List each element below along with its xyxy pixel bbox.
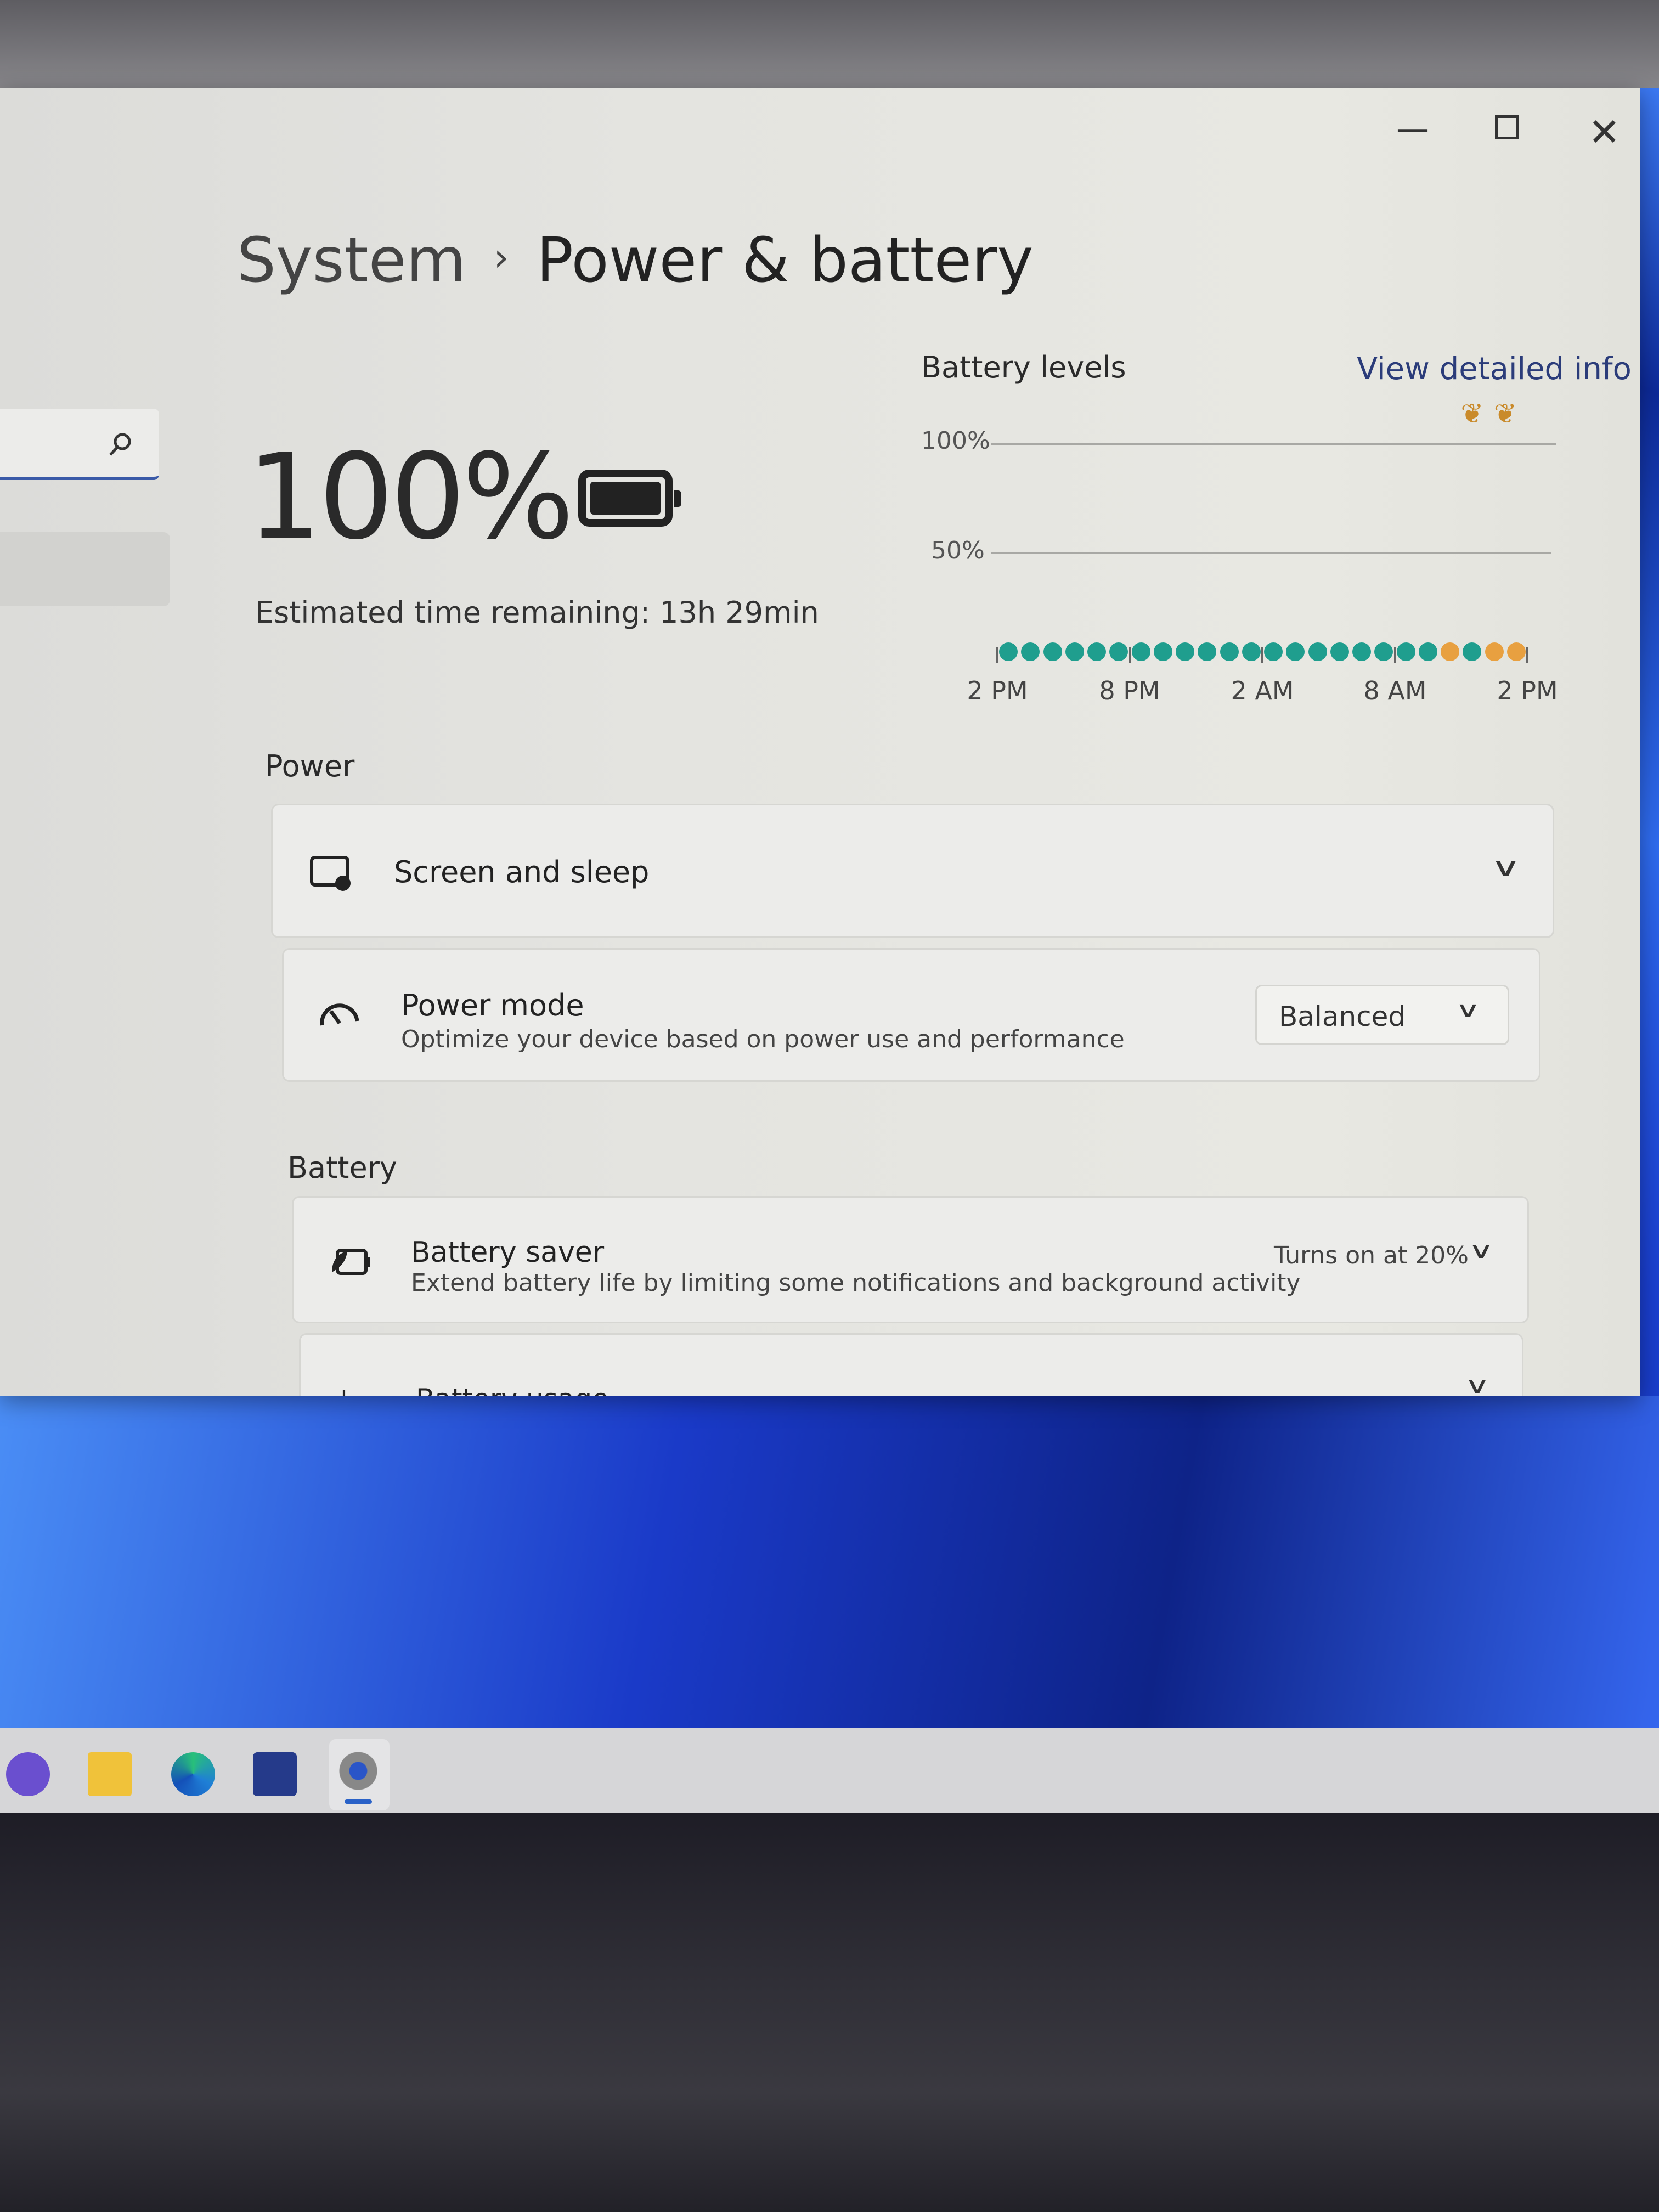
x-tick-label: 2 PM [967, 676, 1028, 706]
charging-dot [1109, 642, 1128, 661]
power-mode-description: Optimize your device based on power use … [401, 1025, 1125, 1053]
leaf-icon: ❦ [1460, 398, 1484, 430]
battery-usage-label: Battery usage [416, 1383, 609, 1396]
search-input[interactable] [0, 409, 159, 480]
settings-icon[interactable] [336, 1749, 380, 1793]
chevron-down-icon[interactable]: ∨ [1490, 852, 1521, 883]
charging-dot [1021, 642, 1040, 661]
gridline-50 [991, 552, 1551, 554]
store-icon[interactable] [253, 1752, 297, 1796]
x-tick [1393, 647, 1396, 663]
charging-dot [1485, 642, 1504, 661]
x-tick [1526, 647, 1528, 663]
gridline-100 [991, 443, 1556, 445]
x-tick-label: 8 AM [1363, 676, 1427, 706]
charging-dot [1286, 642, 1305, 661]
charging-dot [1264, 642, 1283, 661]
leaf-icon: ❦ [1493, 398, 1517, 430]
charging-dot [1418, 642, 1437, 661]
charging-dot [1374, 642, 1393, 661]
charging-dot [1441, 642, 1460, 661]
chart-title: Battery levels [921, 350, 1126, 385]
charging-dot [1153, 642, 1172, 661]
charging-dot [1220, 642, 1239, 661]
maximize-icon[interactable] [1495, 115, 1519, 139]
battery-saver-card[interactable]: Battery saver Extend battery life by lim… [292, 1196, 1529, 1323]
chevron-down-icon: ∨ [1455, 997, 1481, 1023]
battery-percentage: 100% [247, 428, 574, 566]
y-tick-label: 100% [921, 427, 990, 455]
power-section-header: Power [265, 749, 355, 783]
charging-dot [1330, 642, 1349, 661]
charging-dot [1506, 642, 1526, 661]
x-tick [1128, 647, 1131, 663]
chevron-down-icon[interactable]: ∨ [1468, 1238, 1494, 1263]
search-icon [109, 433, 131, 456]
battery-saver-description: Extend battery life by limiting some not… [411, 1269, 1301, 1297]
active-app-indicator [345, 1799, 372, 1804]
gauge-icon [320, 1003, 359, 1026]
battery-saver-status: Turns on at 20% [1274, 1242, 1469, 1269]
breadcrumb: System › Power & battery [237, 225, 1034, 296]
charging-dot [999, 642, 1018, 661]
taskbar [0, 1728, 1659, 1813]
charging-dot [1463, 642, 1482, 661]
battery-saver-icon [332, 1249, 370, 1275]
chat-icon[interactable] [6, 1752, 50, 1796]
desktop-wallpaper-swirl [0, 1396, 1659, 1734]
power-mode-value: Balanced [1279, 1001, 1406, 1032]
x-tick [996, 647, 998, 663]
view-detailed-info-link[interactable]: View detailed info [1357, 351, 1632, 387]
laptop-bezel [0, 1813, 1659, 2212]
page-title: Power & battery [536, 225, 1034, 296]
estimated-time-remaining: Estimated time remaining: 13h 29min [255, 595, 819, 630]
charging-dot [1352, 642, 1372, 661]
charging-dot [1131, 642, 1150, 661]
charging-dot [1087, 642, 1107, 661]
screen-and-sleep-card[interactable]: Screen and sleep ∨ [271, 804, 1554, 938]
x-tick-label: 8 PM [1099, 676, 1160, 706]
power-mode-label: Power mode [401, 988, 584, 1023]
charging-dot [1308, 642, 1327, 661]
close-icon[interactable]: ✕ [1588, 110, 1621, 155]
chevron-down-icon: ∨ [1464, 1373, 1491, 1396]
edge-icon[interactable] [171, 1752, 215, 1796]
battery-section-header: Battery [287, 1150, 397, 1185]
chart-icon: ∟ [339, 1383, 362, 1396]
battery-icon [578, 470, 681, 527]
power-mode-dropdown[interactable]: Balanced ∨ [1255, 985, 1509, 1045]
chevron-right-icon: › [493, 235, 509, 280]
file-explorer-icon[interactable] [88, 1752, 132, 1796]
background-top [0, 0, 1659, 93]
minimize-icon[interactable]: — [1396, 110, 1429, 148]
charging-dot [1242, 642, 1261, 661]
charging-dot [1396, 642, 1415, 661]
y-tick-label: 50% [931, 537, 985, 565]
charging-dot [1065, 642, 1084, 661]
x-tick-label: 2 PM [1497, 676, 1558, 706]
charging-dot [1198, 642, 1217, 661]
breadcrumb-system[interactable]: System [237, 225, 466, 296]
x-tick [1261, 647, 1263, 663]
screen-and-sleep-label: Screen and sleep [394, 855, 650, 889]
charging-dot [1176, 642, 1195, 661]
battery-saver-label: Battery saver [411, 1236, 605, 1269]
sidebar-item-selected[interactable] [0, 532, 170, 606]
x-tick-label: 2 AM [1231, 676, 1294, 706]
screen-sleep-icon [310, 856, 351, 891]
charging-dot [1043, 642, 1062, 661]
battery-usage-card[interactable]: ∟ Battery usage ∨ [299, 1333, 1523, 1396]
